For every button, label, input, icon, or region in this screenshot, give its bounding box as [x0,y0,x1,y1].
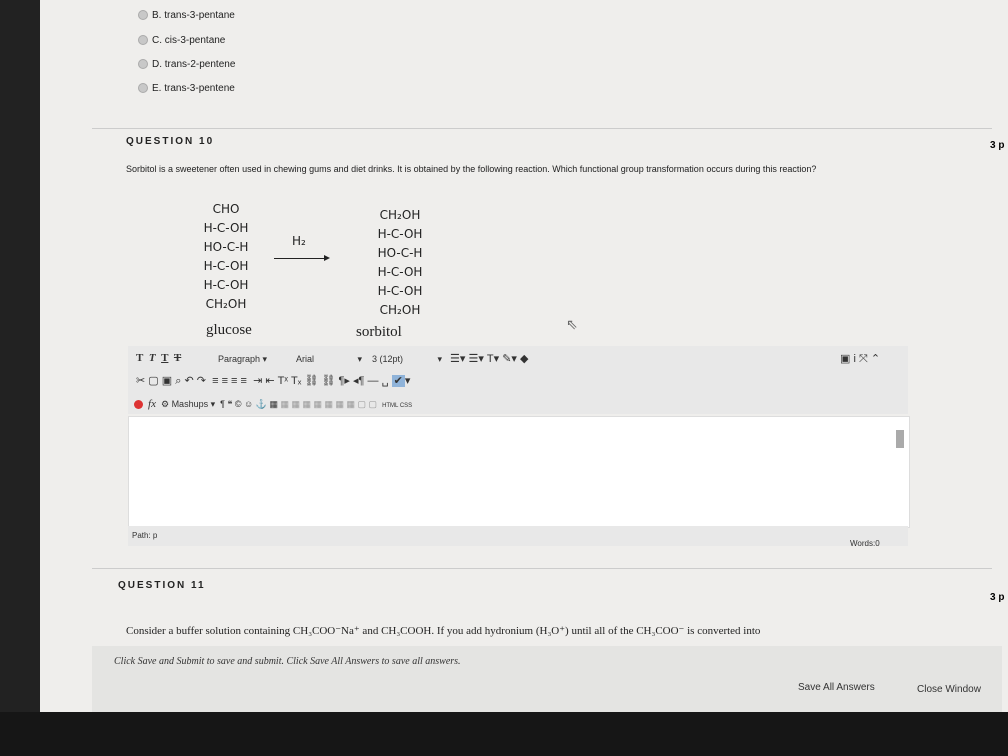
spellcheck-icon[interactable]: ✔ [391,375,405,387]
horizontal-rule-icon[interactable]: — [368,375,379,387]
close-window-button[interactable]: Close Window [917,684,981,695]
text-color-icon[interactable]: T▾ [487,353,499,365]
table-icon[interactable]: ▦ [269,399,278,409]
option-b[interactable]: B. trans-3-pentane [138,10,235,21]
paste-icon[interactable]: ▣ [162,375,172,387]
justify-icon[interactable]: ≡ [241,375,247,387]
formula-icon[interactable]: fx [148,398,156,410]
path-indicator: Path: p [132,531,158,540]
question-11-text: Consider a buffer solution containing CH… [126,625,761,637]
sorbitol-structure: CH₂OH H-C-OH HO-C-H H-C-OH H-C-OH CH₂OH [377,208,423,317]
strike-button[interactable]: T [174,352,181,364]
bold-button[interactable]: T [136,352,143,364]
sorbitol-label: sorbitol [356,324,402,340]
link-icon[interactable]: ⛓ [304,375,318,387]
emoticon-icon[interactable]: ☺ [244,399,253,409]
outdent-icon[interactable]: ⇤ [265,375,274,387]
radio-e[interactable] [138,83,148,94]
question-11-points: 3 p [990,592,1005,603]
radio-b[interactable] [138,10,148,21]
highlight-icon[interactable]: ✎▾ [502,353,517,365]
size-select[interactable]: 3 (12pt) ▾ [372,354,442,365]
eraser-icon[interactable]: ◆ [520,353,528,365]
indent-icon[interactable]: ⇥ [253,375,262,387]
copyright-icon[interactable]: © [235,399,242,409]
numbered-list-icon[interactable]: ☰▾ [468,353,483,365]
align-right-icon[interactable]: ≡ [231,375,237,387]
option-c[interactable]: C. cis-3-pentane [138,35,225,46]
browser-page: B. trans-3-pentane C. cis-3-pentane D. t… [40,0,1008,712]
mashups-select[interactable]: ⚙ Mashups ▾ [161,399,215,409]
html-css-button[interactable]: HTML CSS [382,403,412,409]
bullet-list-icon[interactable]: ☰▾ [450,353,465,365]
format-buttons: T T T T [136,352,181,364]
editor-right-buttons: ▣ i ⤧ ⌃ [840,352,880,366]
find-icon[interactable]: ⌕ [175,375,181,387]
collapse-icon[interactable]: ⌃ [871,353,880,365]
question-10-points: 3 p [990,140,1005,151]
unlink-icon[interactable]: ⛓ [321,375,335,387]
paragraph-select[interactable]: Paragraph ▾ [218,354,267,365]
italic-button[interactable]: T [149,352,156,364]
option-d[interactable]: D. trans-2-pentene [138,59,235,70]
paragraph-icon[interactable]: ¶ [220,399,225,409]
save-all-answers-button[interactable]: Save All Answers [798,682,875,693]
radio-d[interactable] [138,59,148,70]
copy-icon[interactable]: ▢ [148,375,158,387]
answer-editor[interactable] [128,416,910,528]
question-10-text: Sorbitol is a sweetener often used in ch… [126,164,817,174]
radio-c[interactable] [138,35,148,46]
divider [92,128,992,129]
question-10-title: QUESTION 10 [126,136,215,147]
submit-instructions: Click Save and Submit to save and submit… [114,656,461,667]
glucose-structure: CHO H-C-OH HO-C-H H-C-OH H-C-OH CH₂OH [203,202,249,311]
record-icon[interactable] [134,400,143,410]
info-icon[interactable]: i [853,353,855,365]
editor-scrollbar[interactable] [896,430,904,448]
font-select[interactable]: Arial ▾ [296,354,362,365]
screen-bezel [0,0,40,712]
glucose-label: glucose [206,322,252,338]
ltr-icon[interactable]: ¶▸ [339,375,350,387]
toolbar-row-2: ✂ ▢ ▣ ⌕ ↶ ↷ ≡ ≡ ≡ ≡ ⇥ ⇤ Tˣ Tₓ ⛓ ⛓ ¶▸ ◂¶ … [136,375,411,387]
fullscreen-icon[interactable]: ⤧ [859,353,868,365]
mouse-cursor-icon: ⇖ [566,316,578,332]
cut-icon[interactable]: ✂ [136,375,145,387]
superscript-icon[interactable]: Tˣ [278,375,288,387]
underline-button[interactable]: T [161,352,168,364]
word-count: Words:0 [850,539,880,548]
toolbar-row-3: fx ⚙ Mashups ▾ ¶ ❝ © ☺ ⚓ ▦ ▦ ▦ ▦ ▦ ▦ ▦ ▦… [134,398,412,410]
undo-icon[interactable]: ↶ [184,375,193,387]
table-tools-icon[interactable]: ▦ ▦ ▦ ▦ ▦ ▦ ▦ ▢ ▢ [281,399,378,409]
screen-bezel-bottom [0,712,1008,756]
redo-icon[interactable]: ↷ [197,375,206,387]
reaction-arrow [274,258,326,259]
nbsp-icon[interactable]: ␣ [382,375,389,387]
preview-icon[interactable]: ▣ [840,353,850,365]
question-11-title: QUESTION 11 [118,580,206,591]
arrow-head-icon [324,255,330,261]
divider [92,568,992,569]
subscript-icon[interactable]: Tₓ [291,375,301,387]
rtl-icon[interactable]: ◂¶ [353,375,364,387]
align-left-icon[interactable]: ≡ [212,375,218,387]
quote-icon[interactable]: ❝ [228,399,233,409]
anchor-icon[interactable]: ⚓ [256,399,267,409]
option-e[interactable]: E. trans-3-pentene [138,83,235,94]
list-buttons: ☰▾ ☰▾ T▾ ✎▾ ◆ [450,352,529,365]
align-center-icon[interactable]: ≡ [222,375,228,387]
reagent-label: H₂ [292,234,306,248]
editor-statusbar [128,526,908,546]
